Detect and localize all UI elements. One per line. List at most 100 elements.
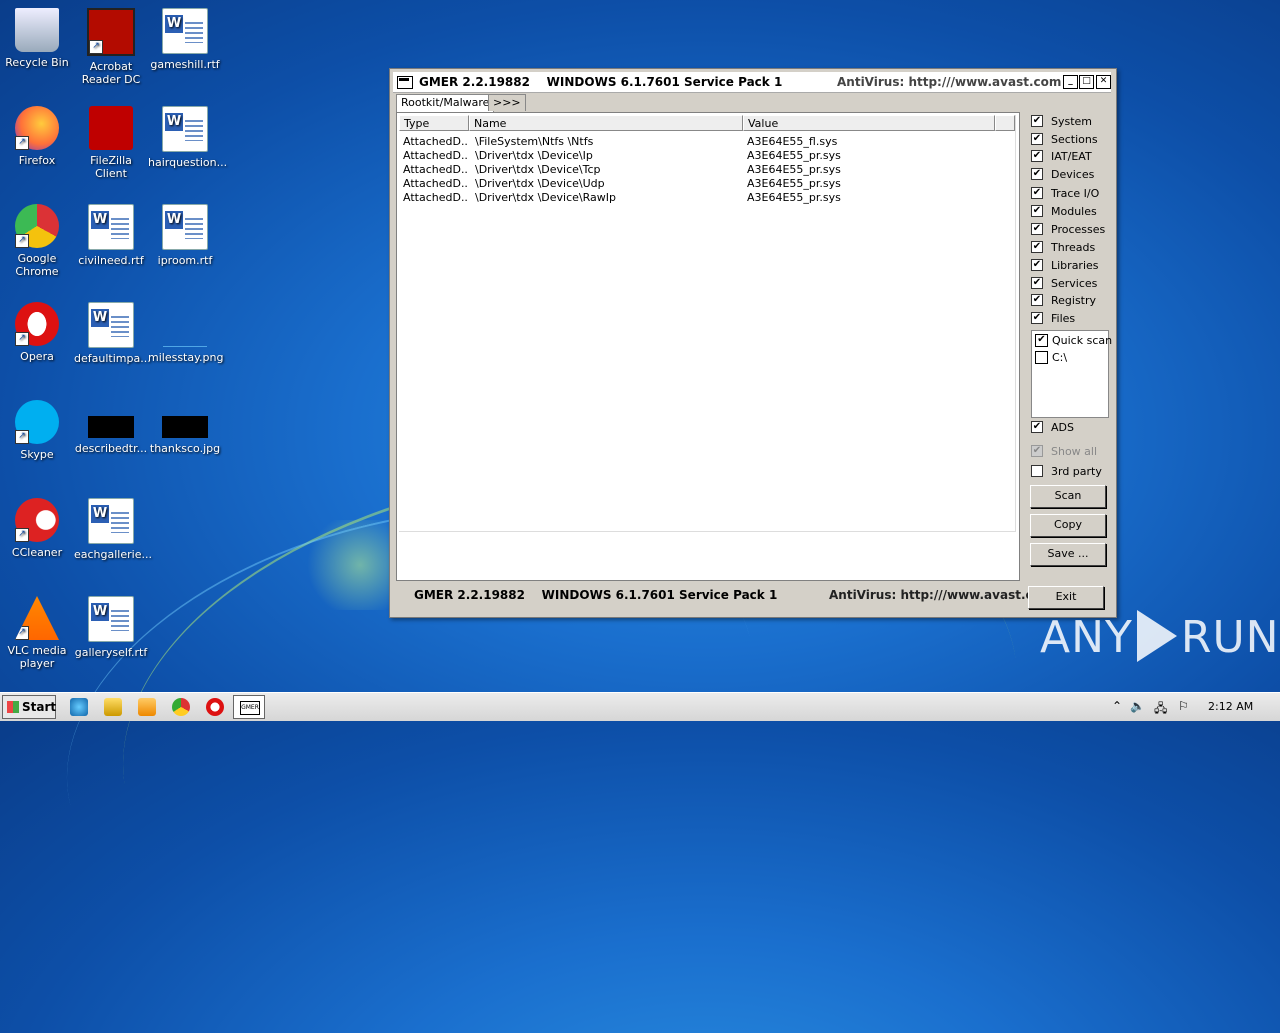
copy-button[interactable]: Copy (1030, 514, 1106, 537)
explorer-folder-icon[interactable] (104, 698, 122, 716)
word-doc-icon: W (88, 596, 134, 642)
show-hidden-icons-icon[interactable]: ⌃ (1112, 699, 1122, 713)
opera-taskbar-icon[interactable] (206, 698, 224, 716)
checkbox[interactable]: ✔ (1031, 312, 1043, 324)
option-iat-eat[interactable]: ✔ IAT/EAT (1031, 149, 1092, 165)
desktop-icon[interactable]: describedtr... (74, 400, 148, 455)
image-icon (163, 302, 207, 347)
checkbox[interactable]: ✔ (1031, 150, 1043, 162)
desktop-icon[interactable]: ↗ Opera (0, 302, 74, 363)
results-list[interactable]: Type Name Value AttachedD... \FileSystem\… (399, 115, 1016, 532)
desktop-icon[interactable]: Wiproom.rtf (148, 204, 222, 267)
desktop-icon[interactable]: ↗ VLC media player (0, 596, 74, 670)
desktop-icon[interactable]: Wgalleryself.rtf (74, 596, 148, 659)
tab-rootkit-malware[interactable]: Rootkit/Malware (396, 94, 495, 113)
checkbox[interactable]: ✔ (1031, 115, 1043, 127)
checkbox[interactable]: ✔ (1031, 205, 1043, 217)
vlc-icon: ↗ (15, 596, 59, 640)
table-row[interactable]: AttachedD... \FileSystem\Ntfs \Ntfs A3E64E… (399, 135, 999, 149)
option-sections[interactable]: ✔ Sections (1031, 132, 1098, 148)
media-player-icon[interactable] (138, 698, 156, 716)
cell-value: A3E64E55_pr.sys (747, 191, 841, 204)
close-button[interactable]: ✕ (1096, 75, 1111, 89)
desktop-icon[interactable]: ↗ Acrobat Reader DC (74, 8, 148, 86)
desktop-icon-label: galleryself.rtf (74, 646, 148, 659)
action-center-flag-icon[interactable]: ⚐ (1178, 699, 1189, 713)
drive-item-c[interactable]: C:\ (1035, 350, 1067, 365)
option-registry[interactable]: ✔ Registry (1031, 293, 1096, 309)
column-header-type[interactable]: Type (399, 115, 469, 131)
option-system[interactable]: ✔ System (1031, 114, 1092, 130)
skype-icon: ↗ (15, 400, 59, 444)
checkbox[interactable]: ✔ (1031, 259, 1043, 271)
option-devices[interactable]: ✔ Devices (1031, 167, 1094, 183)
desktop-icon[interactable]: Wcivilneed.rtf (74, 204, 148, 267)
checkbox[interactable]: ✔ (1031, 241, 1043, 253)
column-header-value[interactable]: Value (743, 115, 995, 131)
table-row[interactable]: AttachedD... \Driver\tdx \Device\RawIp A3E… (399, 191, 999, 205)
desktop-icon[interactable]: thanksco.jpg (148, 400, 222, 455)
option-label: System (1051, 115, 1093, 128)
third-party-checkbox[interactable]: 3rd party (1031, 464, 1102, 480)
ads-checkbox[interactable]: ✔ ADS (1031, 420, 1074, 436)
desktop-icon[interactable]: ↗ Google Chrome (0, 204, 74, 278)
maximize-button[interactable]: □ (1079, 75, 1094, 89)
internet-explorer-icon[interactable] (70, 698, 88, 716)
checkbox[interactable]: ✔ (1031, 223, 1043, 235)
cell-type: AttachedD... (403, 163, 469, 176)
exit-button[interactable]: Exit (1028, 586, 1104, 609)
option-modules[interactable]: ✔ Modules (1031, 204, 1097, 220)
option-files[interactable]: ✔ Files (1031, 311, 1075, 327)
table-row[interactable]: AttachedD... \Driver\tdx \Device\Tcp A3E64… (399, 163, 999, 177)
network-icon[interactable]: 🖧 (1154, 699, 1167, 720)
table-row[interactable]: AttachedD... \Driver\tdx \Device\Udp A3E64… (399, 177, 999, 191)
tab-more[interactable]: >>> (488, 94, 526, 111)
desktop-icon[interactable]: FileZilla Client (74, 106, 148, 180)
option-processes[interactable]: ✔ Processes (1031, 222, 1105, 238)
checkbox[interactable]: ✔ (1031, 277, 1043, 289)
show-all-checkbox: ✔ Show all (1031, 444, 1097, 460)
column-header-name[interactable]: Name (469, 115, 743, 131)
gmer-taskbar-button[interactable]: GMER (233, 695, 265, 719)
option-services[interactable]: ✔ Services (1031, 276, 1097, 292)
title-bar[interactable]: GMER 2.2.19882 WINDOWS 6.1.7601 Service … (393, 72, 1111, 93)
drive-list[interactable]: ✔ Quick scan C:\ (1031, 330, 1112, 418)
checkbox[interactable]: ✔ (1035, 333, 1048, 347)
desktop-icon[interactable]: ↗ Firefox (0, 106, 74, 167)
option-trace-i-o[interactable]: ✔ Trace I/O (1031, 186, 1099, 202)
desktop-icon-label: Opera (20, 350, 54, 363)
checkbox[interactable]: ✔ (1031, 187, 1043, 199)
option-libraries[interactable]: ✔ Libraries (1031, 258, 1099, 274)
checkbox[interactable] (1031, 465, 1043, 477)
desktop-icon[interactable]: Whairquestion... (148, 106, 227, 169)
desktop-icon[interactable]: ↗ Skype (0, 400, 74, 461)
opera-icon: ↗ (15, 302, 59, 346)
save-button[interactable]: Save ... (1030, 543, 1106, 566)
start-button[interactable]: Start (2, 695, 56, 719)
desktop-icon[interactable]: Wdefaultimpa... (74, 302, 151, 365)
option-label: Trace I/O (1051, 187, 1100, 200)
checkbox[interactable]: ✔ (1031, 133, 1043, 145)
volume-icon[interactable]: 🔈 (1130, 699, 1145, 713)
desktop-icon[interactable]: Wgameshill.rtf (148, 8, 222, 71)
drive-item-quick-scan[interactable]: ✔ Quick scan (1035, 333, 1112, 348)
desktop-icon[interactable]: Weachgallerie... (74, 498, 152, 561)
desktop-icon-label: iproom.rtf (157, 254, 213, 267)
clock[interactable]: 2:12 AM (1208, 700, 1253, 713)
checkbox[interactable]: ✔ (1031, 421, 1043, 433)
scan-button[interactable]: Scan (1030, 485, 1106, 508)
checkbox[interactable]: ✔ (1031, 294, 1043, 306)
cell-name: \Driver\tdx \Device\Tcp (475, 163, 601, 176)
checkbox[interactable] (1035, 350, 1048, 364)
desktop-icon[interactable]: Recycle Bin (0, 8, 74, 69)
desktop-icon[interactable]: milesstay.png (148, 302, 224, 364)
table-row[interactable]: AttachedD... \Driver\tdx \Device\Ip A3E64E… (399, 149, 999, 163)
desktop-icon[interactable]: ↗ CCleaner (0, 498, 74, 559)
chrome-taskbar-icon[interactable] (172, 698, 190, 716)
word-doc-icon: W (88, 498, 134, 544)
shortcut-arrow-icon: ↗ (15, 626, 29, 640)
checkbox[interactable]: ✔ (1031, 168, 1043, 180)
option-label: Files (1051, 312, 1076, 325)
option-threads[interactable]: ✔ Threads (1031, 240, 1095, 256)
minimize-button[interactable]: _ (1063, 75, 1078, 89)
